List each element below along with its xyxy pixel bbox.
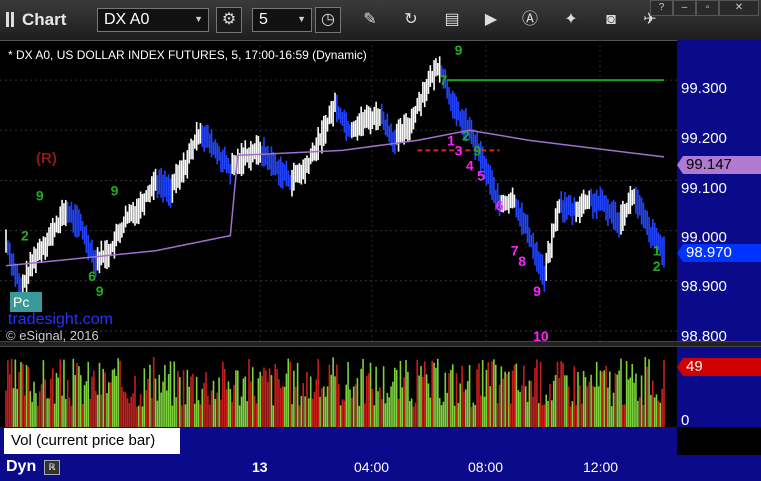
volume-tick: 0 bbox=[681, 412, 690, 429]
price-tick: 98.900 bbox=[681, 278, 727, 295]
time-tick: 08:00 bbox=[468, 459, 504, 475]
watermark: tradesight.com bbox=[8, 311, 113, 328]
sequence-count-green: 2 bbox=[653, 258, 661, 274]
sequence-count-magenta: 5 bbox=[477, 167, 485, 183]
time-tick: 12:00 bbox=[583, 459, 619, 475]
sequence-count-green: 6 bbox=[88, 268, 96, 284]
time-tick: 04:00 bbox=[354, 459, 390, 475]
price-chart[interactable]: 1345678910979 99219226 bbox=[0, 0, 761, 481]
sequence-count-green: 2 bbox=[462, 127, 470, 143]
sequence-count-magenta: 3 bbox=[455, 142, 463, 158]
close-icon[interactable]: × bbox=[170, 425, 177, 439]
dyn-label[interactable]: Dyn bbox=[6, 458, 36, 476]
price-tick: 99.000 bbox=[681, 229, 727, 246]
sequence-count-green: 1 bbox=[653, 243, 661, 259]
sequence-count-green: 9 bbox=[36, 188, 44, 204]
sequence-count-magenta: 8 bbox=[518, 253, 526, 269]
price-tick: 99.200 bbox=[681, 130, 727, 147]
price-tick: 99.300 bbox=[681, 80, 727, 97]
price-tick: 98.800 bbox=[681, 328, 727, 345]
sequence-count-green: 9 bbox=[111, 183, 119, 199]
volume-legend[interactable]: Vol (current price bar) bbox=[4, 428, 180, 454]
sequence-count-magenta: 6 bbox=[496, 198, 504, 214]
copyright-label: © eSignal, 2016 bbox=[6, 328, 99, 343]
sequence-count-green: 2 bbox=[21, 228, 29, 244]
sequence-count-magenta: 10 bbox=[533, 328, 549, 344]
sequence-count-green: 9 bbox=[455, 42, 463, 58]
last-price-tag: 98.970 bbox=[677, 244, 761, 262]
price-tick: 99.100 bbox=[681, 180, 727, 197]
sequence-count-magenta: 9 bbox=[533, 283, 541, 299]
sequence-count-green: 9 bbox=[473, 142, 481, 158]
avg-price-tag: 99.147 bbox=[677, 156, 761, 174]
sequence-count-green: 7 bbox=[440, 72, 448, 88]
r-label: (R) bbox=[36, 150, 57, 167]
sequence-count-magenta: 4 bbox=[466, 157, 474, 173]
cursor-box: Pc bbox=[10, 292, 42, 312]
sequence-count-green: 9 bbox=[96, 283, 104, 299]
volume-tag: 49 bbox=[677, 358, 761, 376]
dyn-icon[interactable]: ℝ bbox=[44, 460, 60, 475]
chart-info-label: * DX A0, US DOLLAR INDEX FUTURES, 5, 17:… bbox=[8, 48, 367, 62]
time-tick: 13 bbox=[252, 459, 268, 475]
